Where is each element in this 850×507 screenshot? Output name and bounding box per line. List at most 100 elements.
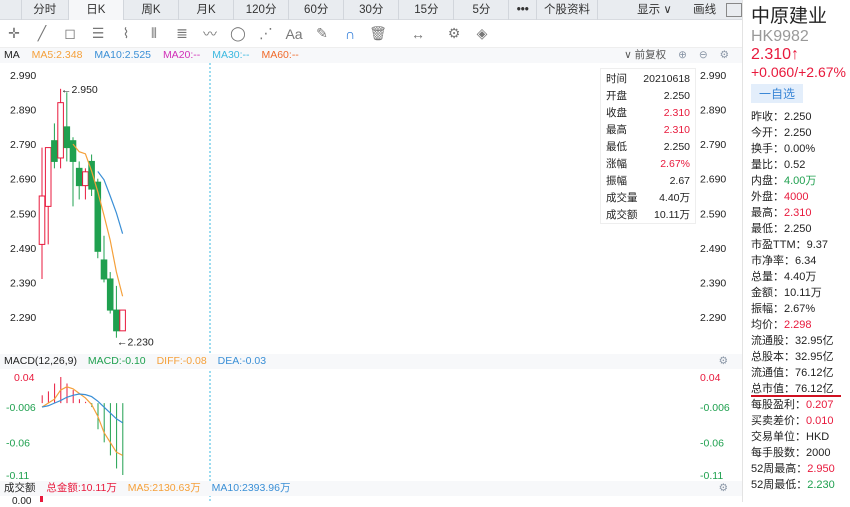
stat-row: 每手股数：2000 [751,445,850,461]
stat-label: 市盈TTM： [751,239,807,251]
stat-label: 52周最低： [751,479,808,491]
macd-axis-label: -0.006 [6,402,36,414]
stat-value: 2.250 [784,223,812,235]
stat-value: 4.00万 [784,175,817,187]
stat-label: 最高： [751,207,784,219]
stat-row: 量比：0.52 [751,157,850,173]
remove-watchlist-button[interactable]: 一自选 [751,84,804,103]
candle-body [38,195,46,245]
stat-row: 市净率：6.34 [751,253,850,269]
info-row: 收盘 2.310 [606,105,690,122]
info-label: 成交量 [606,192,638,204]
stat-row: 均价：2.298 [751,317,850,333]
macd-legend: MACD(12,26,9) MACD:-0.10 DIFF:-0.08 DEA:… [0,354,742,369]
stat-value: 2.230 [807,479,835,491]
info-label: 时间 [606,73,627,85]
candle-body [51,140,58,162]
info-row: 时间 20210618 [606,71,690,88]
candle-body [113,309,120,332]
volume-label[interactable]: 成交额 [4,482,36,494]
volume-settings-icon[interactable]: ⚙ [719,481,728,496]
stat-value: 0.52 [784,159,806,171]
stat-value: 2.310 [784,207,812,219]
stat-row: 内盘：4.00万 [751,173,850,189]
info-value: 2.310 [663,124,690,136]
info-label: 收盘 [606,107,627,119]
volume-ma10: MA10:2393.96万 [211,482,291,494]
macd-axis-label: -0.06 [6,437,30,449]
stat-row: 52周最低：2.230 [751,477,850,493]
info-label: 最低 [606,141,627,153]
stat-value: 2.950 [807,463,835,475]
stat-label: 52周最高： [751,463,808,475]
stat-row: 流通股：32.95亿 [751,333,850,349]
stat-value: 32.95亿 [795,335,834,347]
info-label: 成交额 [606,209,638,221]
info-label: 最高 [606,124,627,136]
stat-row: 换手：0.00% [751,141,850,157]
macd-label[interactable]: MACD(12,26,9) [4,355,77,367]
stat-label: 振幅： [751,303,784,315]
volume-legend: 成交额 总金额:10.11万 MA5:2130.63万 MA10:2393.96… [0,481,742,496]
stat-row: 市盈TTM：9.37 [751,237,850,253]
price-axis-label: 2.590 [10,208,36,220]
macd-axis-label-right: -0.06 [700,437,724,449]
candle-body [63,126,71,149]
stock-code: HK9982 [751,28,809,45]
info-row: 开盘 2.250 [606,88,690,105]
candle-body [106,278,114,311]
low-marker: ←2.230 [117,337,154,349]
macd-settings-icon[interactable]: ⚙ [719,354,728,369]
price-axis-label: 2.990 [10,70,36,82]
stat-row: 买卖差价：0.010 [751,413,850,429]
info-value: 2.67% [660,158,690,170]
stat-row: 总股本：32.95亿 [751,349,850,365]
volume-ma5: MA5:2130.63万 [127,482,201,494]
stat-row: 最高：2.310 [751,205,850,221]
info-value: 2.250 [663,90,690,102]
stat-value: 76.12亿 [795,383,834,395]
candle-body [100,259,108,280]
volume-total: 总金额:10.11万 [46,482,117,494]
stat-row: 最低：2.250 [751,221,850,237]
price-axis-label: 2.890 [10,105,36,117]
stat-label: 今开： [751,127,784,139]
price-axis-label-right: 2.990 [700,70,726,82]
candle-body [119,309,126,332]
candle-body [44,147,52,207]
info-value: 20210618 [643,73,690,85]
stock-price: 2.310↑ [751,46,800,63]
macd-axis-label-right: 0.04 [700,372,721,384]
price-axis-label-right: 2.290 [700,312,726,324]
stat-row: 外盘：4000 [751,189,850,205]
stat-label: 总量： [751,271,784,283]
stat-row: 振幅：2.67% [751,301,850,317]
stat-label: 每手股数： [751,447,806,459]
stat-value: 0.00% [784,143,816,155]
stock-stats: 昨收：2.250 今开：2.250 换手：0.00% 量比：0.52 内盘：4.00万外… [751,109,850,493]
price-axis-label-right: 2.590 [700,208,726,220]
info-value: 4.40万 [659,192,690,204]
candle-body [82,171,89,187]
stat-row: 52周最高：2.950 [751,461,850,477]
candle-body [69,140,77,162]
stat-value: 0.207 [806,399,834,411]
diff-value: DIFF:-0.08 [156,355,207,367]
price-axis-label-right: 2.790 [700,139,726,151]
stat-value: 32.95亿 [795,351,834,363]
info-row: 成交额 10.11万 [606,207,690,224]
stat-label: 交易单位： [751,431,806,443]
price-axis-label-right: 2.490 [700,243,726,255]
price-axis-label: 2.690 [10,174,36,186]
stat-value: 2.298 [784,319,812,331]
info-label: 涨幅 [606,158,627,170]
stat-value: 2.67% [784,303,816,315]
info-value: 2.310 [663,107,690,119]
stat-row: 交易单位：HKD [751,429,850,445]
stat-row: 流通值：76.12亿 [751,365,850,381]
price-axis-label-right: 2.690 [700,174,726,186]
stat-row: 每股盈利：0.207 [751,397,850,413]
volume-bar [40,496,43,502]
stat-row: 金额：10.11万 [751,285,850,301]
stat-value: 2.250 [784,127,812,139]
